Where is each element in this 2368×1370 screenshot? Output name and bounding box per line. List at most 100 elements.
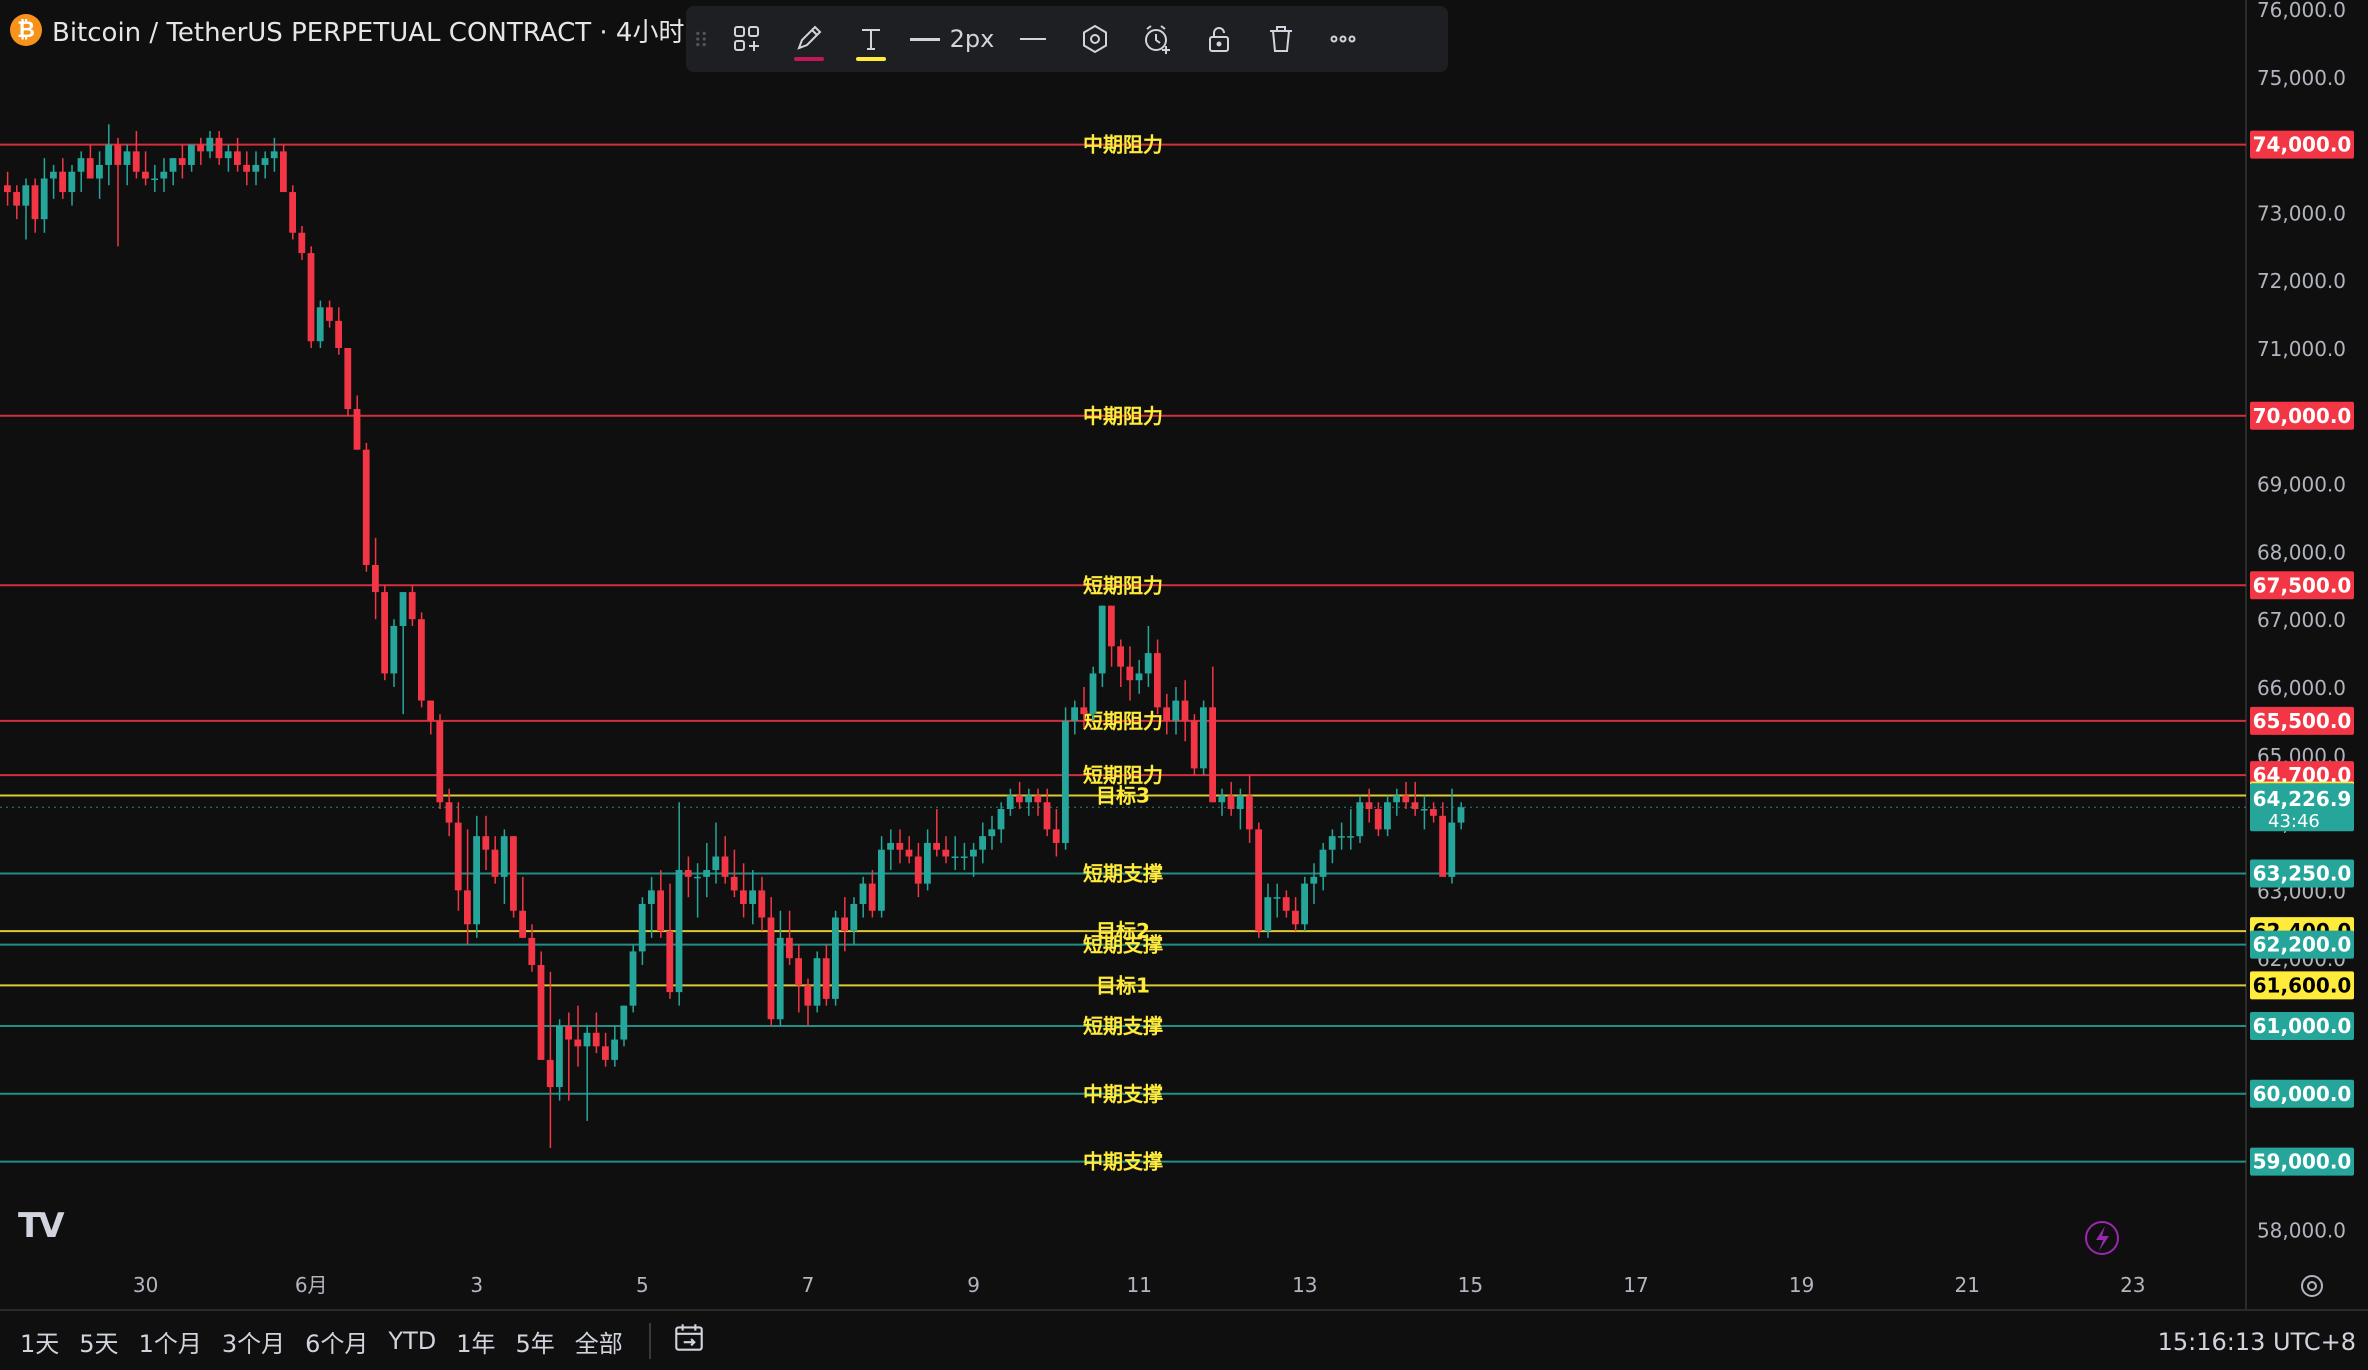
candle-body[interactable] [694,876,701,879]
candlestick-chart[interactable]: 76,000.0 75,000.0 74,000.0 73,000.0 72,000.0… [0,0,2368,1370]
candle-body[interactable] [583,1032,591,1047]
candle-body[interactable] [445,802,453,823]
candle-body[interactable] [243,164,250,172]
candle-body[interactable] [878,849,885,911]
template-icon[interactable] [716,11,778,67]
range-6m[interactable]: 6个月 [305,1324,368,1359]
candle-body[interactable] [353,409,361,450]
range-1y[interactable]: 1年 [456,1324,495,1359]
candle-body[interactable] [675,870,683,993]
candle-body[interactable] [1126,666,1134,681]
candle-body[interactable] [1273,897,1281,899]
range-5y[interactable]: 5年 [516,1324,555,1359]
candle-body[interactable] [151,178,158,181]
candle-body[interactable] [399,592,407,626]
candle-body[interactable] [951,856,959,859]
candle-body[interactable] [620,1005,628,1040]
candle-body[interactable] [178,158,186,165]
candle-body[interactable] [316,307,324,342]
candle-body[interactable] [657,890,664,932]
candle-body[interactable] [1089,673,1097,715]
candle-body[interactable] [1043,802,1051,830]
candle-body[interactable] [1402,795,1410,803]
candle-body[interactable] [464,890,471,925]
candle-body[interactable] [546,1059,554,1088]
candle-body[interactable] [537,964,545,1060]
candle-body[interactable] [307,253,315,342]
candle-body[interactable] [500,836,508,877]
candle-body[interactable] [1365,802,1373,810]
candle-body[interactable] [1411,802,1419,810]
candle-body[interactable] [1255,829,1262,932]
candle-body[interactable] [960,856,968,859]
range-ytd[interactable]: YTD [388,1327,436,1355]
range-all[interactable]: 全部 [575,1324,623,1359]
candle-body[interactable] [59,171,66,193]
candle-body[interactable] [289,192,296,233]
trash-icon[interactable] [1250,11,1312,67]
lock-icon[interactable] [1188,11,1250,67]
candle-body[interactable] [804,985,812,1006]
candle-body[interactable] [574,1039,582,1047]
candle-body[interactable] [850,903,858,932]
candle-body[interactable] [1457,807,1465,823]
candle-body[interactable] [914,856,922,884]
candle-body[interactable] [712,856,720,871]
candle-body[interactable] [408,592,416,620]
candle-body[interactable] [40,178,48,220]
candle-body[interactable] [556,1026,563,1088]
candle-body[interactable] [813,958,821,1006]
clock-label[interactable]: 15:16:13 UTC+8 [2158,1328,2356,1356]
candle-body[interactable] [215,137,223,159]
candle-body[interactable] [924,842,931,884]
candle-body[interactable] [519,910,526,938]
candle-body[interactable] [1338,836,1345,838]
line-width-button[interactable]: 2px [902,25,1002,53]
candle-body[interactable] [942,849,950,857]
candle-body[interactable] [822,958,830,999]
candle-body[interactable] [1319,849,1327,877]
candle-body[interactable] [1264,897,1272,932]
candle-body[interactable] [381,592,388,674]
candle-body[interactable] [326,307,333,321]
candle-body[interactable] [1006,795,1014,810]
candle-body[interactable] [427,700,434,721]
candle-body[interactable] [86,158,94,179]
candle-body[interactable] [1328,836,1336,850]
candle-body[interactable] [50,171,57,179]
candle-body[interactable] [142,171,149,179]
more-icon[interactable] [1312,11,1374,67]
candle-body[interactable] [592,1032,600,1047]
candle-body[interactable] [197,144,204,152]
candle-body[interactable] [1200,707,1207,769]
candle-body[interactable] [1062,720,1069,843]
candle-body[interactable] [298,232,306,254]
candle-body[interactable] [280,151,287,193]
candle-body[interactable] [1025,795,1032,803]
candle-body[interactable] [96,164,103,179]
candle-body[interactable] [362,449,370,565]
candle-body[interactable] [638,903,646,952]
candle-body[interactable] [841,917,848,932]
candle-body[interactable] [730,876,738,891]
candle-body[interactable] [22,185,30,206]
candle-body[interactable] [31,185,39,220]
candle-body[interactable] [261,158,269,165]
candle-body[interactable] [1439,815,1446,877]
candle-body[interactable] [1246,795,1253,830]
candle-body[interactable] [1098,605,1106,674]
candle-body[interactable] [224,151,232,159]
candle-body[interactable] [234,151,241,165]
candle-body[interactable] [1374,809,1382,830]
candle-body[interactable] [454,822,462,891]
candle-body[interactable] [1163,707,1170,721]
candle-body[interactable] [491,849,499,877]
candle-body[interactable] [666,931,674,993]
candle-body[interactable] [1301,883,1308,925]
candle-body[interactable] [1144,653,1152,674]
candle-body[interactable] [602,1046,609,1060]
candle-body[interactable] [436,720,444,803]
candle-body[interactable] [13,192,20,206]
candle-body[interactable] [988,829,996,837]
candle-body[interactable] [1181,700,1189,721]
